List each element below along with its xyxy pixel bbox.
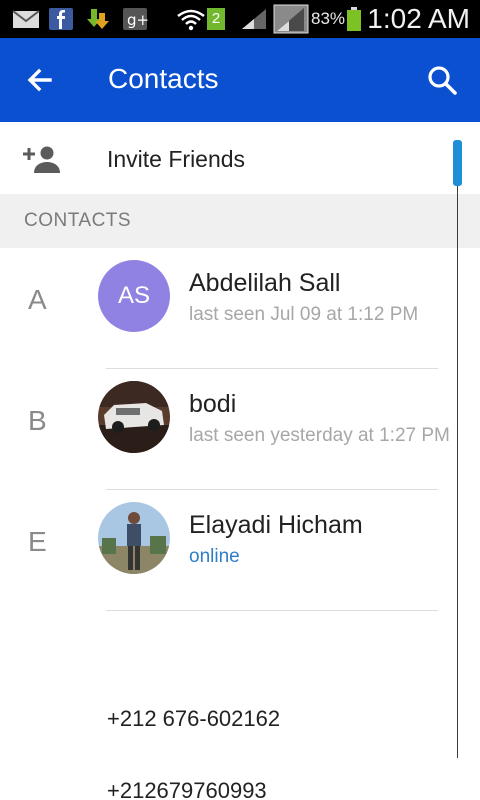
index-letter: A	[28, 284, 47, 315]
contacts-section-header: CONTACTS	[0, 194, 480, 248]
signal-icon	[242, 9, 266, 29]
contact-name: bodi	[189, 390, 237, 418]
status-bar: g+ 2 83% 1:02 AM	[0, 0, 480, 38]
phone-number-item[interactable]: +212679760993	[107, 778, 267, 800]
divider	[106, 610, 438, 611]
search-icon[interactable]	[424, 62, 460, 98]
last-seen-status: last seen Jul 09 at 1:12 PM	[189, 304, 419, 325]
contact-row[interactable]: A AS Abdelilah Sall last seen Jul 09 at …	[0, 248, 480, 369]
mail-icon	[12, 10, 40, 28]
signal-icon-2	[273, 4, 309, 34]
facebook-icon	[49, 8, 73, 30]
battery-icon	[347, 7, 361, 31]
add-person-icon	[23, 146, 60, 173]
avatar: AS	[98, 260, 170, 332]
wifi-count-badge: 2	[207, 8, 225, 30]
phone-number-item[interactable]: +212 676-602162	[107, 706, 280, 732]
avatar-photo	[98, 381, 170, 453]
section-label: CONTACTS	[24, 210, 132, 231]
battery-percent: 83%	[311, 9, 346, 28]
avatar-initials: AS	[98, 260, 170, 332]
status-time: 1:02 AM	[367, 3, 470, 34]
google-plus-icon: g+	[123, 8, 148, 30]
svg-text:g+: g+	[127, 11, 148, 29]
scrollbar-thumb[interactable]	[453, 140, 462, 186]
avatar-photo	[98, 502, 170, 574]
last-seen-status: last seen yesterday at 1:27 PM	[189, 425, 450, 446]
page-title: Contacts	[108, 63, 219, 94]
back-arrow-icon[interactable]	[22, 62, 58, 98]
invite-friends-label: Invite Friends	[107, 146, 246, 172]
index-letter: B	[28, 405, 47, 436]
contact-row[interactable]: B bodi last seen yesterday at 1:27 PM	[0, 369, 480, 490]
scrollbar-track[interactable]	[457, 140, 458, 758]
invite-friends-item[interactable]: Invite Friends	[0, 122, 480, 194]
contact-name: Abdelilah Sall	[189, 269, 341, 297]
contact-name: Elayadi Hicham	[189, 511, 363, 539]
online-status: online	[189, 546, 240, 567]
contact-row[interactable]: E Elayadi Hicham online	[0, 490, 480, 611]
download-icon	[87, 9, 109, 29]
index-letter: E	[28, 526, 47, 557]
wifi-icon	[177, 9, 205, 31]
app-bar: Contacts	[0, 38, 480, 122]
